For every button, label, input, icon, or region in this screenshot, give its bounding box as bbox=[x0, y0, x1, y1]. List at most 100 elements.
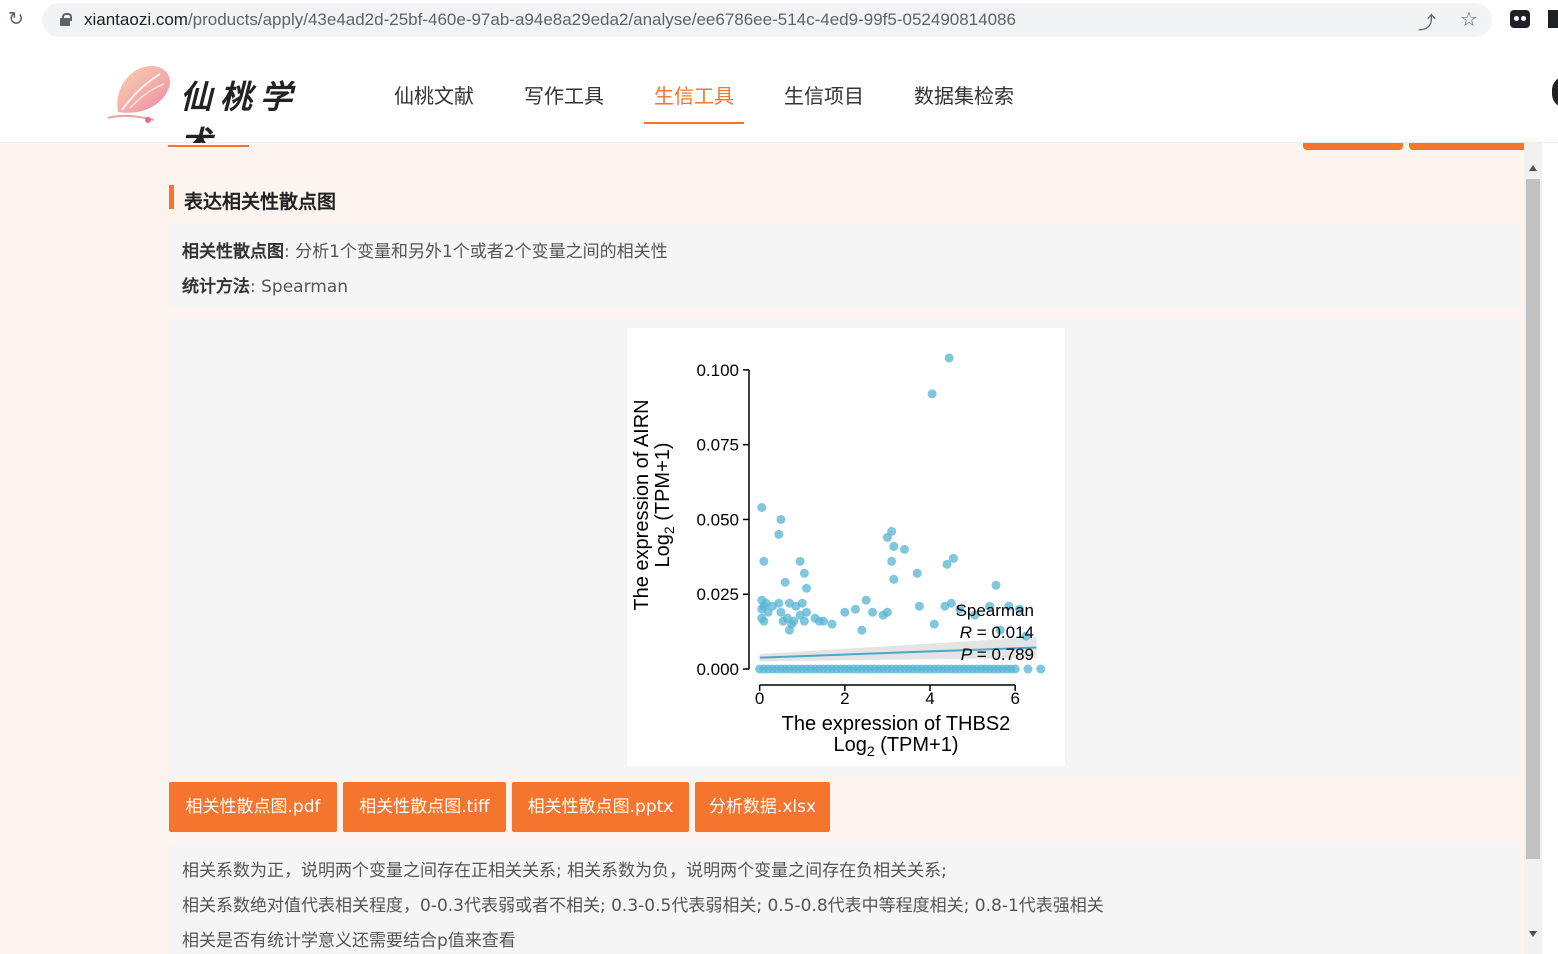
annotation-r: R = 0.014 bbox=[960, 623, 1034, 642]
site-header: 仙桃学术 仙桃文献 写作工具 生信工具 生信项目 数据集检索 bbox=[0, 42, 1558, 162]
data-point bbox=[757, 503, 767, 513]
data-point bbox=[857, 625, 867, 635]
lock-icon[interactable] bbox=[60, 13, 72, 26]
scatter-chart: 0.000 0.025 0.050 0.075 0.100 0 2 4 6 The expres… bbox=[631, 353, 1046, 759]
tab-indicator bbox=[168, 145, 249, 147]
url-text[interactable]: xiantaozi.com/products/apply/43e4ad2d-25… bbox=[84, 10, 1016, 30]
data-point bbox=[784, 625, 794, 635]
data-point bbox=[801, 607, 811, 617]
annotation-p-value: = 0.789 bbox=[972, 645, 1034, 664]
data-point bbox=[889, 574, 899, 584]
section-title-accent bbox=[169, 185, 174, 209]
data-point bbox=[944, 353, 954, 363]
data-point bbox=[948, 553, 958, 563]
data-point bbox=[850, 604, 860, 614]
nav-item-bioinfo-tools[interactable]: 生信工具 bbox=[654, 80, 734, 109]
y-tick-label: 0.025 bbox=[696, 585, 739, 604]
description-box: 相关性散点图: 分析1个变量和另外1个或者2个变量之间的相关性 统计方法: Sp… bbox=[169, 224, 1522, 308]
data-point bbox=[861, 595, 871, 605]
y-axis-label-line2: Log2 (TPM+1) bbox=[652, 442, 677, 567]
download-tiff-button[interactable]: 相关性散点图.tiff bbox=[343, 782, 506, 832]
plot-container: 0.000 0.025 0.050 0.075 0.100 0 2 4 6 The expres… bbox=[169, 319, 1522, 775]
data-point bbox=[887, 526, 897, 536]
scrollbar-thumb[interactable] bbox=[1526, 179, 1540, 859]
side-panel-icon[interactable] bbox=[1548, 10, 1558, 28]
data-point bbox=[914, 601, 924, 611]
url-host: xiantaozi.com bbox=[84, 10, 188, 29]
data-point bbox=[759, 616, 769, 626]
data-point bbox=[889, 541, 899, 551]
data-point bbox=[759, 556, 769, 566]
nav-item-literature[interactable]: 仙桃文献 bbox=[394, 80, 474, 109]
data-point bbox=[801, 583, 811, 593]
data-point bbox=[1010, 664, 1020, 674]
url-path: /products/apply/43e4ad2d-25bf-460e-97ab-… bbox=[187, 10, 1016, 29]
description-label-1: 相关性散点图 bbox=[182, 242, 284, 262]
top-action-button-1[interactable] bbox=[1303, 143, 1403, 150]
data-point bbox=[814, 616, 824, 626]
data-point bbox=[940, 601, 950, 611]
data-point bbox=[797, 598, 807, 608]
data-point bbox=[780, 577, 790, 587]
data-point bbox=[882, 607, 892, 617]
nav-item-dataset-search[interactable]: 数据集检索 bbox=[914, 80, 1014, 109]
share-icon[interactable]: ⤴ bbox=[1418, 9, 1436, 35]
note-line-1: 相关系数为正，说明两个变量之间存在正相关关系; 相关系数为负，说明两个变量之间存… bbox=[182, 861, 947, 881]
description-line-2: 统计方法: Spearman bbox=[182, 272, 348, 297]
x-tick-label: 4 bbox=[925, 689, 934, 708]
peach-logo-icon bbox=[108, 65, 170, 123]
description-line-1: 相关性散点图: 分析1个变量和另外1个或者2个变量之间的相关性 bbox=[182, 237, 668, 262]
annotation-p: P = 0.789 bbox=[961, 645, 1034, 664]
data-point bbox=[887, 556, 897, 566]
x-axis-label-line2: Log2 (TPM+1) bbox=[833, 734, 958, 759]
y-axis-label-log: Log bbox=[652, 534, 674, 567]
y-tick-label: 0.100 bbox=[696, 361, 739, 380]
scroll-up-arrow-icon[interactable] bbox=[1529, 165, 1537, 171]
data-point bbox=[927, 389, 937, 399]
section-title: 表达相关性散点图 bbox=[184, 191, 337, 213]
active-nav-underline bbox=[644, 122, 744, 124]
data-point bbox=[774, 598, 784, 608]
download-xlsx-button[interactable]: 分析数据.xlsx bbox=[695, 782, 830, 832]
data-point bbox=[929, 619, 939, 629]
scatter-plot-card: 0.000 0.025 0.050 0.075 0.100 0 2 4 6 The expres… bbox=[627, 328, 1065, 766]
x-axis-label-line1: The expression of THBS2 bbox=[782, 713, 1011, 735]
annotation-method: Spearman bbox=[956, 601, 1034, 620]
x-tick-label: 6 bbox=[1010, 689, 1019, 708]
y-tick-label: 0.075 bbox=[696, 436, 739, 455]
reload-icon[interactable]: ↻ bbox=[4, 7, 28, 31]
browser-toolbar: ↻ xiantaozi.com/products/apply/43e4ad2d-… bbox=[0, 0, 1558, 42]
site-logo[interactable]: 仙桃学术 bbox=[108, 60, 338, 162]
nav-item-bioinfo-projects[interactable]: 生信项目 bbox=[784, 80, 864, 109]
nav-item-writing-tools[interactable]: 写作工具 bbox=[524, 80, 604, 109]
y-axis-label-sub: 2 bbox=[661, 526, 677, 534]
description-label-2: 统计方法 bbox=[182, 277, 250, 297]
data-point bbox=[1023, 664, 1033, 674]
extension-icon[interactable] bbox=[1510, 10, 1530, 28]
y-tick-label: 0.000 bbox=[696, 660, 739, 679]
main-content: 表达相关性散点图 相关性散点图: 分析1个变量和另外1个或者2个变量之间的相关性… bbox=[0, 143, 1544, 954]
description-text-1: : 分析1个变量和另外1个或者2个变量之间的相关性 bbox=[284, 242, 668, 262]
y-tick-label: 0.050 bbox=[696, 510, 739, 529]
data-point bbox=[840, 607, 850, 617]
y-axis-label-unit: (TPM+1) bbox=[652, 442, 674, 526]
bookmark-star-icon[interactable]: ☆ bbox=[1460, 7, 1478, 31]
data-point bbox=[991, 580, 1001, 590]
address-bar[interactable]: xiantaozi.com/products/apply/43e4ad2d-25… bbox=[42, 3, 1492, 37]
download-pdf-button[interactable]: 相关性散点图.pdf bbox=[169, 782, 337, 832]
x-tick-label: 0 bbox=[755, 689, 764, 708]
data-point bbox=[778, 616, 788, 626]
note-line-3: 相关是否有统计学意义还需要结合p值来查看 bbox=[182, 931, 516, 951]
data-point bbox=[774, 529, 784, 539]
data-point bbox=[759, 601, 769, 611]
note-line-2: 相关系数绝对值代表相关程度，0-0.3代表弱或者不相关; 0.3-0.5代表弱相… bbox=[182, 896, 1104, 916]
data-point bbox=[868, 607, 878, 617]
download-pptx-button[interactable]: 相关性散点图.pptx bbox=[512, 782, 689, 832]
notes-box: 相关系数为正，说明两个变量之间存在正相关关系; 相关系数为负，说明两个变量之间存… bbox=[169, 843, 1522, 954]
page-scrollbar[interactable] bbox=[1524, 143, 1542, 954]
data-point bbox=[799, 568, 809, 578]
scroll-down-arrow-icon[interactable] bbox=[1529, 931, 1537, 937]
x-axis-label-unit: (TPM+1) bbox=[875, 734, 959, 756]
data-point bbox=[912, 568, 922, 578]
annotation-r-value: = 0.014 bbox=[972, 623, 1034, 642]
